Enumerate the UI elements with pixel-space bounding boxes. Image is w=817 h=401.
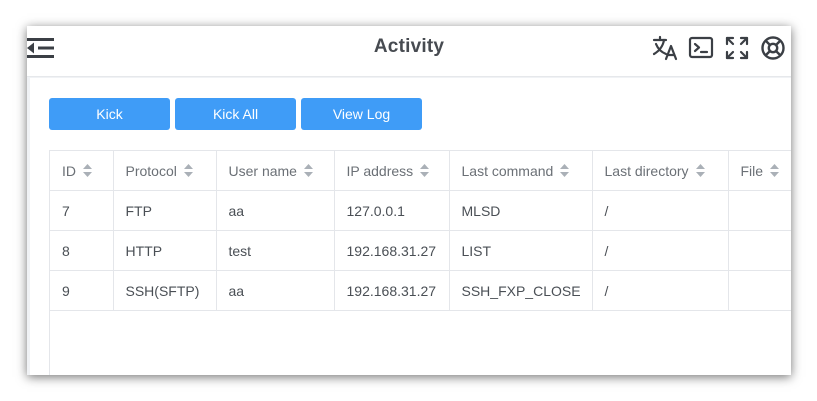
cell-id: 8 (50, 230, 114, 271)
kick-button[interactable]: Kick (49, 98, 170, 130)
view-log-button[interactable]: View Log (301, 98, 422, 130)
cell-last-command: LIST (449, 230, 593, 271)
cell-last-directory: / (592, 270, 729, 311)
cell-user-name: aa (216, 190, 335, 231)
column-header-user-name[interactable]: User name (216, 151, 335, 191)
cell-file (728, 270, 791, 311)
column-header-last-directory[interactable]: Last directory (592, 151, 729, 191)
cell-protocol: FTP (113, 190, 217, 231)
table-row[interactable]: 9 SSH(SFTP) aa 192.168.31.27 SSH_FXP_CLO… (50, 270, 791, 311)
activity-window: Activity Kick Kick All View Log ID Proto… (27, 26, 791, 375)
column-header-id[interactable]: ID (50, 151, 114, 191)
table-row[interactable]: 8 HTTP test 192.168.31.27 LIST / (50, 230, 791, 271)
column-header-file[interactable]: File (728, 151, 791, 191)
kick-all-button[interactable]: Kick All (175, 98, 296, 130)
cell-ip-address: 192.168.31.27 (334, 270, 450, 311)
column-header-last-command[interactable]: Last command (449, 151, 593, 191)
cell-user-name: aa (216, 270, 335, 311)
sort-icon[interactable] (303, 164, 313, 178)
cell-id: 9 (50, 270, 114, 311)
window-header: Activity (27, 26, 791, 77)
cell-id: 7 (50, 190, 114, 231)
cell-last-command: SSH_FXP_CLOSE (449, 270, 593, 311)
column-header-ip-address[interactable]: IP address (334, 151, 450, 191)
table-row[interactable]: 7 FTP aa 127.0.0.1 MLSD / (50, 190, 791, 231)
cell-protocol: HTTP (113, 230, 217, 271)
cell-last-directory: / (592, 230, 729, 271)
cell-file (728, 230, 791, 271)
cell-ip-address: 127.0.0.1 (334, 190, 450, 231)
sort-icon[interactable] (695, 164, 705, 178)
sort-icon[interactable] (560, 164, 570, 178)
cell-protocol: SSH(SFTP) (113, 270, 217, 311)
cell-file (728, 190, 791, 231)
sort-icon[interactable] (183, 164, 193, 178)
cell-ip-address: 192.168.31.27 (334, 230, 450, 271)
help-lifebuoy-icon[interactable] (759, 34, 787, 62)
translate-icon[interactable] (651, 34, 679, 62)
terminal-icon[interactable] (687, 34, 715, 62)
activity-table: ID Protocol User name IP address Last co… (49, 150, 791, 375)
column-header-protocol[interactable]: Protocol (113, 151, 217, 191)
cell-last-directory: / (592, 190, 729, 231)
sort-icon[interactable] (83, 164, 92, 178)
cell-user-name: test (216, 230, 335, 271)
sort-icon[interactable] (420, 164, 430, 178)
sort-icon[interactable] (770, 164, 780, 178)
activity-panel: Kick Kick All View Log ID Protocol User … (30, 78, 791, 375)
cell-last-command: MLSD (449, 190, 593, 231)
fullscreen-icon[interactable] (723, 34, 751, 62)
table-header-row: ID Protocol User name IP address Last co… (50, 151, 791, 191)
header-toolbar (643, 34, 787, 62)
